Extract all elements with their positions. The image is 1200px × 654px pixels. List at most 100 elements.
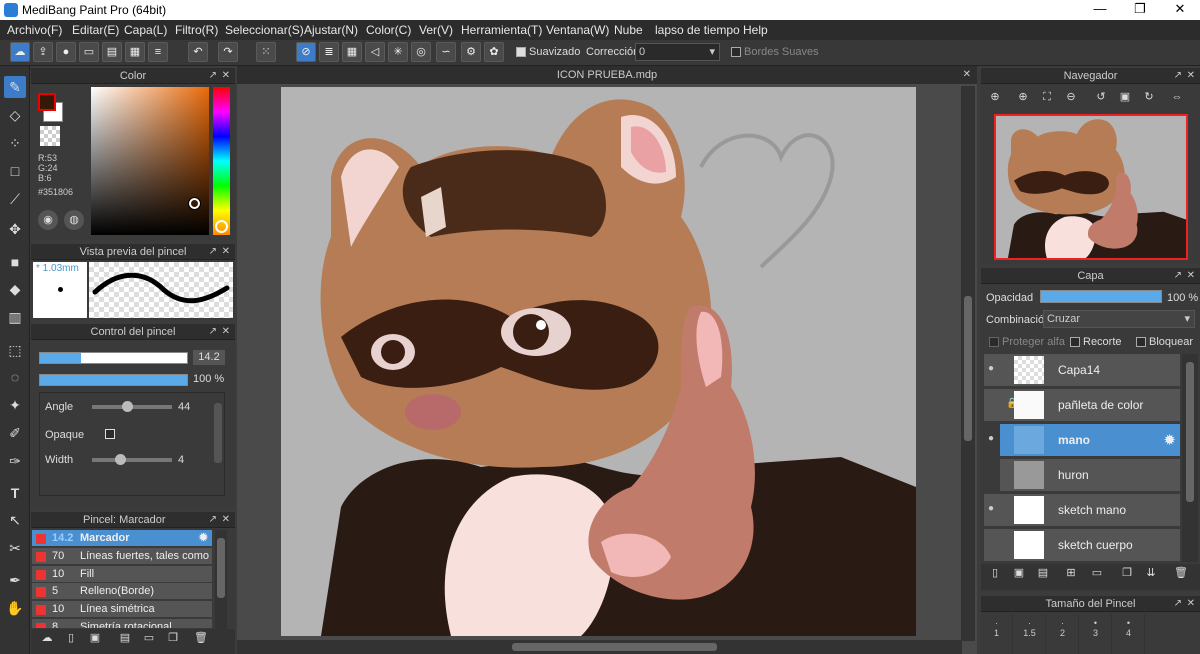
undock-icon[interactable]: ↗	[1174, 268, 1182, 284]
gradient-tool-icon[interactable]: ▥	[4, 306, 26, 328]
close-button[interactable]: ✕	[1160, 0, 1200, 20]
lasso-tool-icon[interactable]: ◌	[4, 366, 26, 388]
navigator-preview[interactable]	[994, 114, 1188, 260]
blend-select[interactable]: Cruzar ▾	[1043, 310, 1195, 328]
bordes-checkbox[interactable]: Bordes Suaves	[731, 46, 819, 58]
message-icon[interactable]: ▭	[79, 42, 99, 62]
gear-icon[interactable]: ✹	[1163, 431, 1176, 449]
transparent-swatch[interactable]	[40, 126, 60, 146]
brush-settings-icon[interactable]: ▤	[115, 629, 135, 647]
vertical-scrollbar[interactable]	[961, 86, 975, 641]
suavizado-checkbox[interactable]: Suavizado	[516, 46, 580, 58]
magic-wand-tool-icon[interactable]: ✦	[4, 394, 26, 416]
snap-off-icon[interactable]: ⊘	[296, 42, 316, 62]
zoom-fit-icon[interactable]: ⊕	[985, 88, 1005, 106]
brush-size-preset[interactable]: • 3	[1080, 614, 1112, 654]
rotate-left-icon[interactable]: ↺	[1091, 88, 1111, 106]
brush-size-preset[interactable]: • 4	[1113, 614, 1145, 654]
menu-help[interactable]: Help	[743, 23, 768, 37]
folder-icon[interactable]: ▭	[139, 629, 159, 647]
params-scrollbar[interactable]	[214, 403, 222, 463]
shape-tool-icon[interactable]: □	[4, 160, 26, 182]
undock-icon[interactable]: ↗	[209, 68, 217, 84]
eraser-tool-icon[interactable]: ◇	[4, 104, 26, 126]
new-8bit-layer-icon[interactable]: ▤	[1033, 564, 1053, 582]
lock-checkbox[interactable]: Bloquear	[1136, 336, 1193, 348]
brush-tool-icon[interactable]: ✎	[4, 76, 26, 98]
radial-snap-icon[interactable]: ✳	[388, 42, 408, 62]
select-eraser-tool-icon[interactable]: ✑	[4, 450, 26, 472]
color-picker-icon[interactable]: ◍	[64, 210, 84, 230]
brush-size-value[interactable]: 14.2	[193, 350, 225, 365]
curve-snap-icon[interactable]: ∽	[436, 42, 456, 62]
brush-item[interactable]: 10 Línea simétrica	[32, 601, 212, 618]
operation-tool-icon[interactable]: ↖	[4, 509, 26, 531]
line-tool-icon[interactable]: ⟋	[4, 188, 26, 210]
brush-item[interactable]: 70 Líneas fuertes, tales como M	[32, 548, 212, 565]
add-layer-menu-icon[interactable]: ⊞	[1061, 564, 1081, 582]
comment-icon[interactable]: ●	[56, 42, 76, 62]
width-knob[interactable]	[115, 454, 126, 465]
parallel-snap-icon[interactable]: ≣	[319, 42, 339, 62]
menu-herramienta[interactable]: Herramienta(T)	[461, 23, 542, 37]
merge-layer-icon[interactable]: ⇊	[1141, 564, 1161, 582]
close-icon[interactable]: ✕	[222, 512, 230, 528]
protect-alpha-checkbox[interactable]: Proteger alfa	[989, 336, 1065, 348]
zoom-out-icon[interactable]: ⊖	[1061, 88, 1081, 106]
close-icon[interactable]: ✕	[1187, 268, 1195, 284]
rotate-right-icon[interactable]: ↻	[1139, 88, 1159, 106]
brush-size-preset[interactable]: · 1	[981, 614, 1013, 654]
fit-window-icon[interactable]: ⛶	[1037, 88, 1057, 106]
layer-row[interactable]: ● mano ✹	[988, 424, 1180, 457]
page-icon[interactable]: ▤	[102, 42, 122, 62]
menu-color[interactable]: Color(C)	[366, 23, 411, 37]
saturation-brightness-field[interactable]	[91, 87, 209, 235]
menu-editar[interactable]: Editar(E)	[72, 23, 119, 37]
duplicate-icon[interactable]: ❐	[163, 629, 183, 647]
upload-icon[interactable]: ⇪	[33, 42, 53, 62]
cloud-brush-icon[interactable]: ☁	[37, 629, 57, 647]
width-slider[interactable]	[92, 454, 172, 465]
minimize-button[interactable]: —	[1080, 0, 1120, 20]
cloud-icon[interactable]: ☁	[10, 42, 30, 62]
layer-row[interactable]: ● sketch mano	[984, 494, 1180, 527]
horizontal-scrollbar[interactable]	[237, 640, 962, 654]
correccion-select[interactable]: 0 ▾	[635, 43, 720, 61]
clip-checkbox[interactable]: Recorte	[1070, 336, 1122, 348]
trash-icon[interactable]: 🗑	[1171, 564, 1191, 582]
gear-icon[interactable]: ✹	[199, 531, 208, 544]
select-pen-tool-icon[interactable]: ✐	[4, 422, 26, 444]
new-brush-icon[interactable]: ▯	[61, 629, 81, 647]
close-icon[interactable]: ✕	[222, 244, 230, 260]
brush-opacity-slider[interactable]	[39, 374, 188, 386]
hue-slider[interactable]	[213, 87, 230, 235]
zoom-in-icon[interactable]: ⊕	[1013, 88, 1033, 106]
brush-item[interactable]: 10 Fill	[32, 566, 212, 583]
layer-row[interactable]: sketch cuerpo	[984, 529, 1180, 562]
duplicate-layer-icon[interactable]: ❐	[1117, 564, 1137, 582]
brush-size-preset[interactable]: · 2	[1047, 614, 1079, 654]
layer-row[interactable]: ● Capa14	[984, 354, 1180, 387]
visibility-icon[interactable]: ●	[988, 503, 994, 514]
drawing-canvas[interactable]	[281, 87, 916, 636]
brush-item[interactable]: 8 Simetría rotacional	[32, 619, 212, 629]
undock-icon[interactable]: ↗	[1174, 596, 1182, 612]
rotate-reset-icon[interactable]: ▣	[1115, 88, 1135, 106]
grid-snap-icon[interactable]: ▦	[342, 42, 362, 62]
layer-scrollbar[interactable]	[1182, 354, 1198, 562]
undock-icon[interactable]: ↗	[209, 324, 217, 340]
menu-ver[interactable]: Ver(V)	[419, 23, 453, 37]
select-rect-tool-icon[interactable]: ⬚	[4, 339, 26, 361]
redo-icon[interactable]: ↷	[218, 42, 238, 62]
menu-seleccionar[interactable]: Seleccionar(S)	[225, 23, 304, 37]
hue-cursor[interactable]	[215, 220, 228, 233]
flip-icon[interactable]: ⇔	[1167, 88, 1187, 106]
fg-color-swatch[interactable]	[38, 93, 56, 111]
document-tab[interactable]: ICON PRUEBA.mdp ✕	[237, 66, 977, 84]
list-icon[interactable]: ≡	[148, 42, 168, 62]
perspective-snap-icon[interactable]: ◁	[365, 42, 385, 62]
angle-knob[interactable]	[122, 401, 134, 412]
hand-tool-icon[interactable]: ✋	[4, 597, 26, 619]
menu-lapso[interactable]: lapso de tiempo	[655, 23, 740, 37]
deselect-icon[interactable]: ⁙	[256, 42, 276, 62]
